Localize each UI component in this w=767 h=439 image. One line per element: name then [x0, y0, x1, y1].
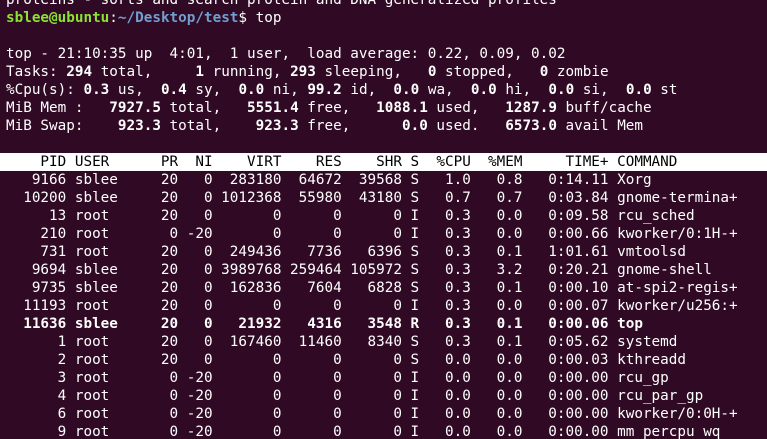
process-row: 9166 sblee 20 0 283180 64672 39568 S 1.0…	[6, 172, 652, 188]
tasks-label: Tasks:	[6, 64, 67, 80]
cpu-sy-label: sy,	[186, 82, 239, 98]
process-row: 4 root 0 -20 0 0 0 I 0.0 0.0 0:00.00 rcu…	[6, 388, 704, 404]
process-row: 10200 sblee 20 0 1012368 55980 43180 S 0…	[6, 190, 738, 206]
mem-label: MiB Mem :	[6, 100, 110, 116]
swap-used: 0.0	[401, 118, 428, 134]
swap-total: 923.3	[117, 118, 161, 134]
tasks-total: 294	[66, 64, 93, 80]
swap-free: 923.3	[255, 118, 299, 134]
tasks-total-label: total,	[92, 64, 179, 80]
cpu-us: 0.3	[83, 82, 110, 98]
cpu-wa-label: wa,	[419, 82, 471, 98]
mem-used: 1088.1	[376, 100, 428, 116]
cpu-si-label: si,	[574, 82, 626, 98]
process-row: 2 root 20 0 0 0 0 S 0.0 0.0 0:00.03 kthr…	[6, 352, 686, 368]
mem-line: MiB Mem : 7927.5 total, 5551.4 free, 108…	[6, 99, 767, 117]
mem-total: 7927.5	[109, 100, 161, 116]
process-row: 210 root 0 -20 0 0 0 I 0.3 0.0 0:00.66 k…	[6, 226, 738, 242]
cpu-ni-label: ni,	[264, 82, 308, 98]
swap-avail-mem: 6573.0	[505, 118, 557, 134]
cpu-st-label: st	[651, 82, 678, 98]
cpu-id: 99.2	[307, 82, 342, 98]
process-row: 13 root 20 0 0 0 0 I 0.3 0.0 0:09.58 rcu…	[6, 208, 695, 224]
tasks-sleeping: 293	[290, 64, 316, 80]
mem-free-label: free,	[298, 100, 377, 116]
process-row: 731 root 20 0 249436 7736 6396 S 0.3 0.1…	[6, 244, 686, 260]
process-row: 9735 sblee 20 0 162836 7604 6828 S 0.3 0…	[6, 280, 738, 296]
uptime-line: top - 21:10:35 up 4:01, 1 user, load ave…	[6, 46, 566, 62]
cpu-label: %Cpu(s):	[6, 82, 84, 98]
prompt-separator: :	[109, 10, 118, 26]
cpu-hi: 0.0	[470, 82, 497, 98]
process-row: 9694 sblee 20 0 3989768 259464 105972 S …	[6, 262, 712, 278]
tasks-zombie-label: zombie	[548, 64, 609, 80]
prompt-user-host: sblee@ubuntu	[6, 10, 110, 26]
mem-buff-cache: 1287.9	[505, 100, 557, 116]
tasks-sleeping-label: sleeping,	[315, 64, 428, 80]
tasks-running: 1	[178, 64, 204, 80]
tasks-line: Tasks: 294 total, 1 running, 293 sleepin…	[6, 63, 767, 81]
terminal-window[interactable]: proteins - sorts and search protein and …	[0, 0, 767, 439]
swap-label: MiB Swap:	[6, 118, 118, 134]
swap-used-label: used.	[427, 118, 506, 134]
cpu-line: %Cpu(s): 0.3 us, 0.4 sy, 0.0 ni, 99.2 id…	[6, 81, 767, 99]
prompt-symbol: $	[238, 10, 256, 26]
cpu-sy: 0.4	[160, 82, 187, 98]
cpu-hi-label: hi,	[496, 82, 549, 98]
cpu-us-label: us,	[109, 82, 161, 98]
swap-free-label: free,	[298, 118, 402, 134]
tasks-running-label: running,	[204, 64, 291, 80]
cpu-si: 0.0	[548, 82, 575, 98]
mem-total-label: total,	[160, 100, 248, 116]
mem-buff-cache-label: buff/cache	[556, 100, 652, 116]
process-row: 6 root 0 -20 0 0 0 I 0.0 0.0 0:00.00 kwo…	[6, 406, 738, 422]
process-row-running: 11636 sblee 20 0 21932 4316 3548 R 0.3 0…	[6, 316, 643, 332]
swap-total-label: total,	[160, 118, 256, 134]
previous-output-line: proteins - sorts and search protein and …	[6, 0, 557, 8]
process-row: 3 root 0 -20 0 0 0 I 0.0 0.0 0:00.00 rcu…	[6, 370, 669, 386]
process-row: 11193 root 20 0 0 0 0 I 0.3 0.0 0:00.07 …	[6, 298, 738, 314]
mem-free: 5551.4	[247, 100, 299, 116]
swap-line: MiB Swap: 923.3 total, 923.3 free, 0.0 u…	[6, 117, 767, 135]
swap-avail-mem-label: avail Mem	[556, 118, 644, 134]
typed-command: top	[255, 10, 282, 26]
shell-prompt: sblee@ubuntu:~/Desktop/test$ top	[6, 9, 767, 27]
cpu-id-label: id,	[341, 82, 394, 98]
process-row: 1 root 20 0 167460 11460 8340 S 0.3 0.1 …	[6, 334, 678, 350]
cpu-ni: 0.0	[238, 82, 265, 98]
cpu-st: 0.0	[625, 82, 652, 98]
process-table-header: PID USER PR NI VIRT RES SHR S %CPU %MEM …	[0, 153, 767, 171]
prompt-path: ~/Desktop/test	[117, 10, 239, 26]
process-row: 9 root 0 -20 0 0 0 I 0.0 0.0 0:00.00 mm_…	[6, 424, 721, 439]
tasks-stopped-label: stopped,	[436, 64, 540, 80]
mem-used-label: used,	[427, 100, 506, 116]
cpu-wa: 0.0	[393, 82, 420, 98]
